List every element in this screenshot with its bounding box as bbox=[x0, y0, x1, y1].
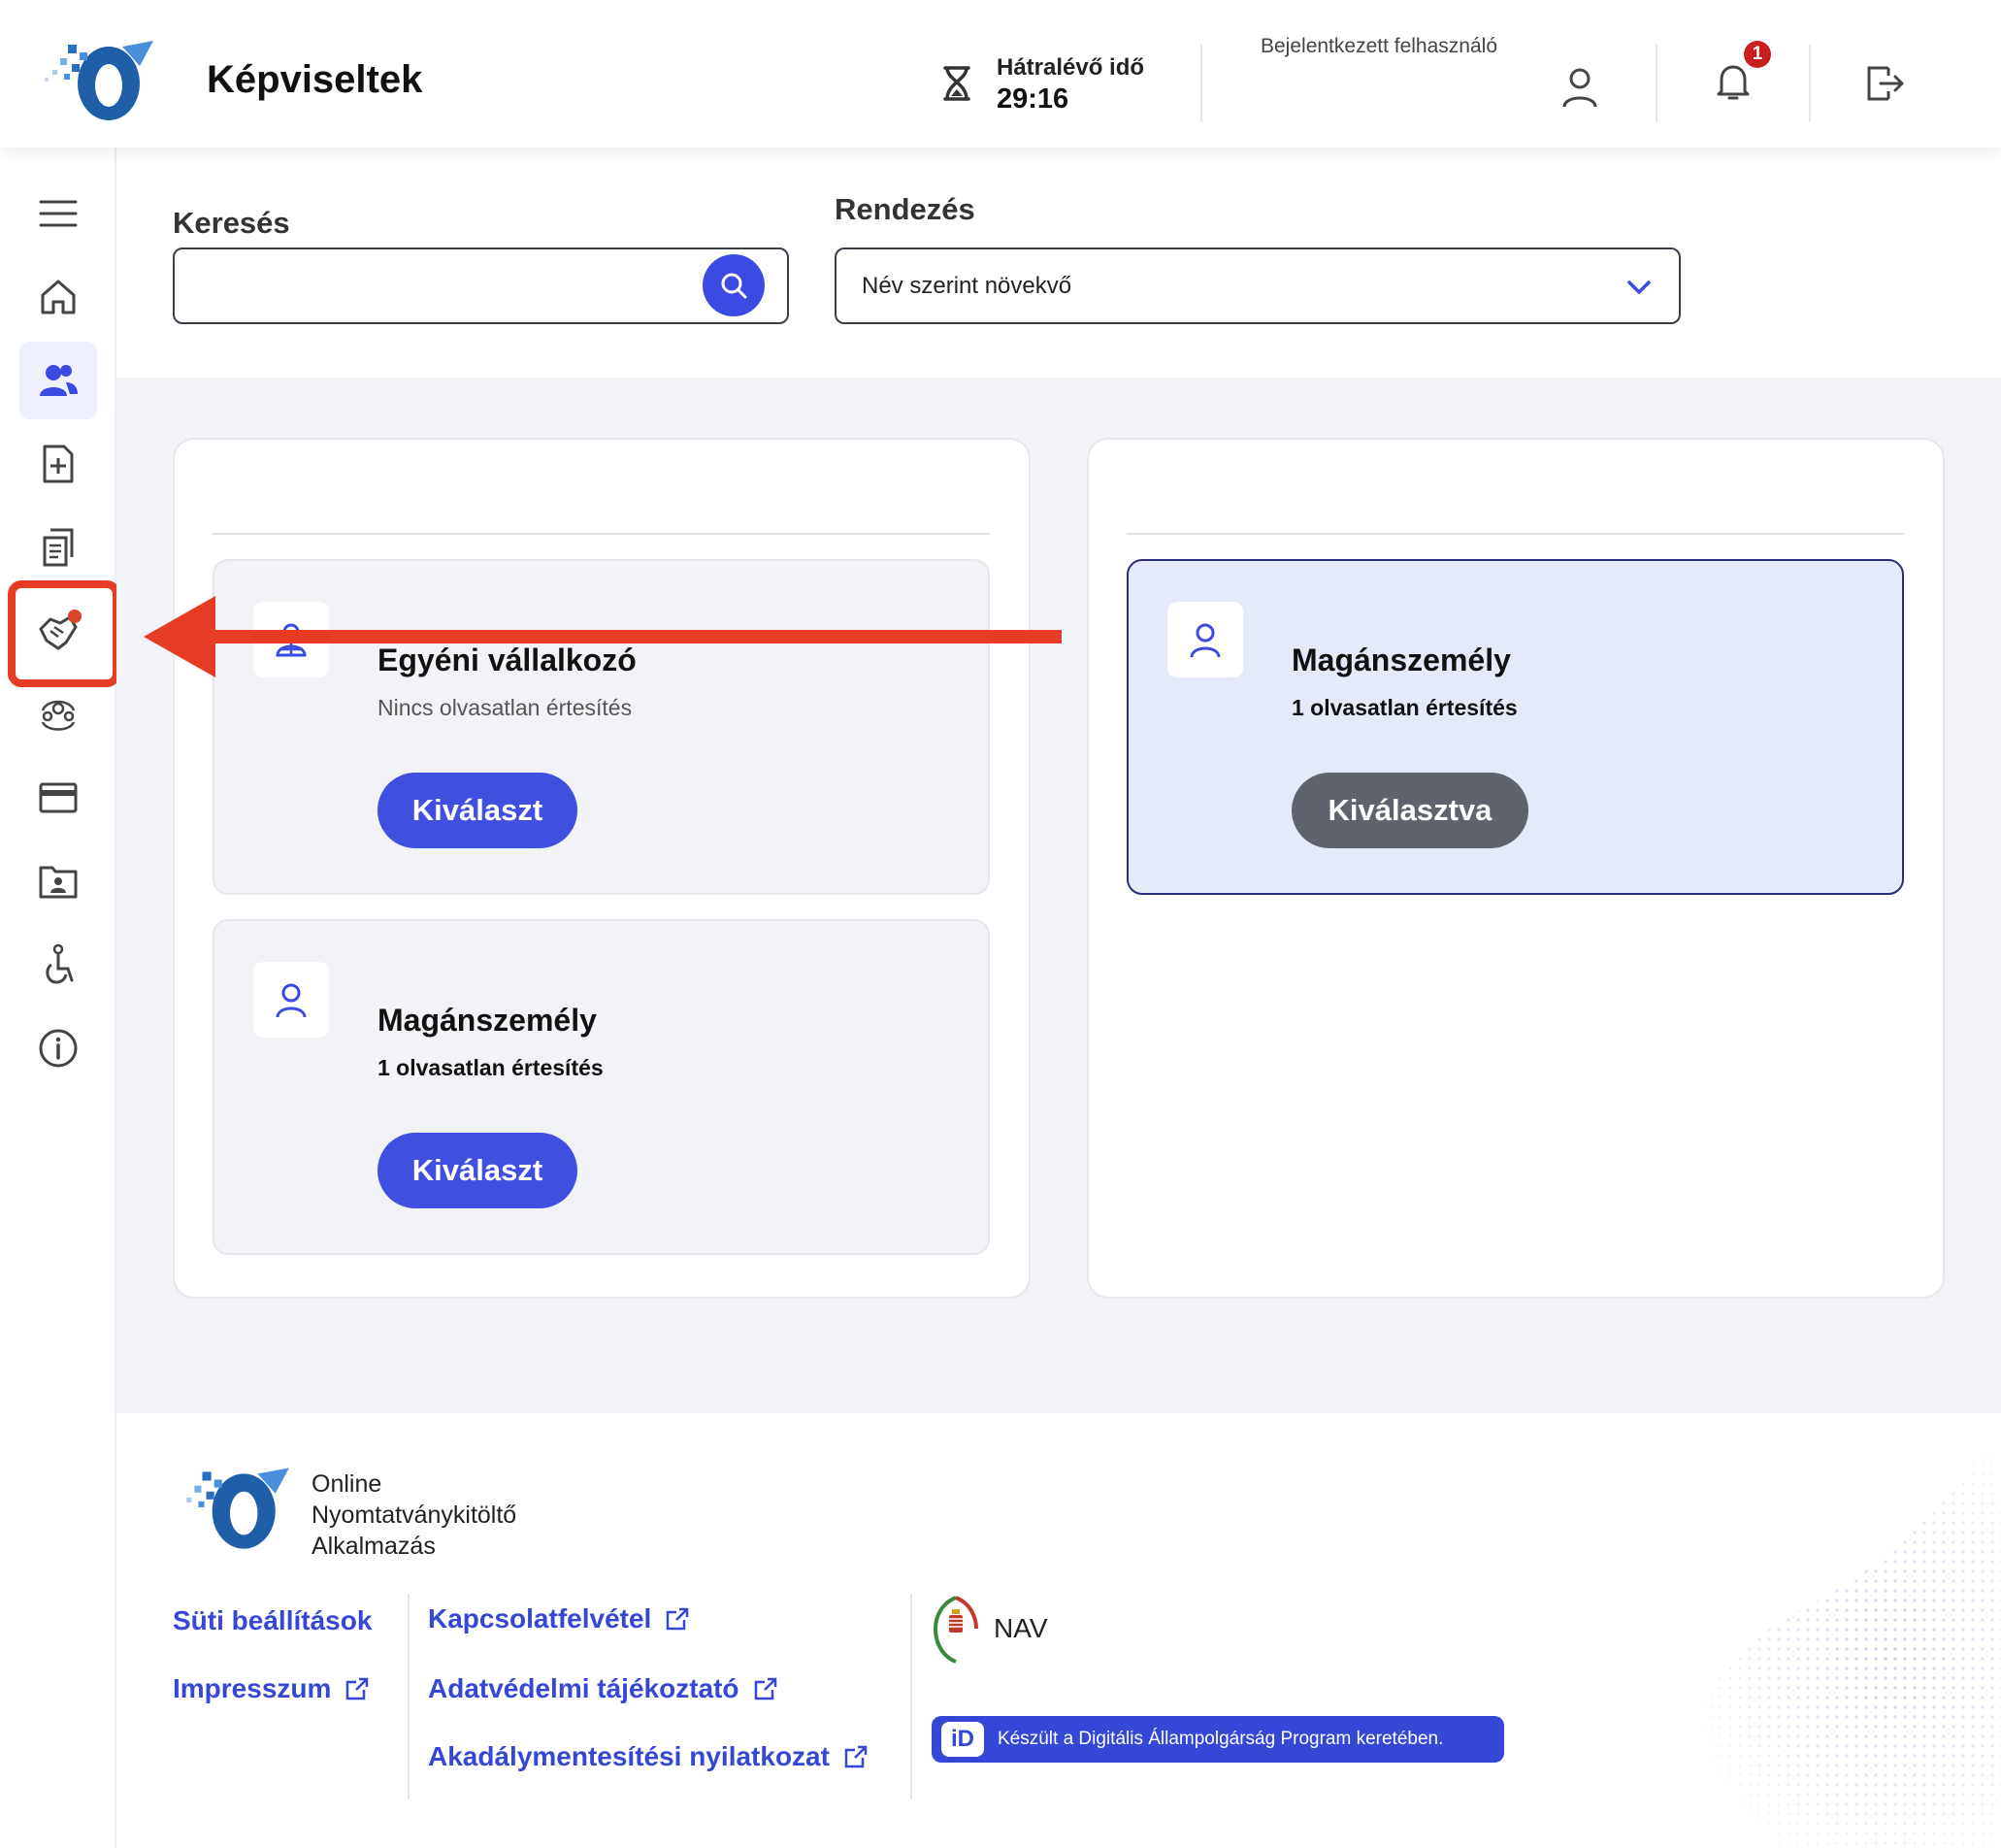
sidebar-item-payments[interactable] bbox=[19, 759, 97, 837]
footer-link-cookies[interactable]: Süti beállítások bbox=[173, 1605, 372, 1636]
footer-link-imprint[interactable]: Impresszum bbox=[173, 1673, 370, 1704]
info-icon bbox=[39, 1029, 78, 1068]
header-divider bbox=[1809, 45, 1811, 122]
sidebar-item-home[interactable] bbox=[19, 258, 97, 336]
timer-label: Hátralévő idő bbox=[997, 54, 1145, 81]
search-input[interactable] bbox=[173, 248, 789, 324]
card-notification-status: Nincs olvasatlan értesítés bbox=[377, 695, 633, 720]
footer-link-label: Impresszum bbox=[173, 1673, 332, 1703]
sort-select-value: Név szerint növekvő bbox=[862, 273, 1072, 299]
footer-link-accessibility[interactable]: Akadálymentesítési nyilatkozat bbox=[428, 1741, 869, 1772]
hungarian-coat-of-arms-icon bbox=[933, 1596, 978, 1664]
documents-icon bbox=[43, 528, 74, 567]
card-icon-box bbox=[1167, 602, 1243, 677]
person-icon bbox=[276, 983, 307, 1018]
digital-citizenship-badge[interactable]: iD Készült a Digitális Állampolgárság Pr… bbox=[932, 1716, 1504, 1763]
annotation-arrow-head bbox=[144, 596, 215, 677]
decorative-dot-pattern bbox=[1676, 1413, 2001, 1848]
person-icon bbox=[1190, 623, 1221, 658]
sidebar-item-info[interactable] bbox=[19, 1009, 97, 1087]
search-icon bbox=[721, 273, 747, 299]
page-title: Képviseltek bbox=[207, 58, 423, 101]
dap-badge-text: Készült a Digitális Állampolgárság Progr… bbox=[998, 1729, 1444, 1749]
card-notification-status: 1 olvasatlan értesítés bbox=[1292, 695, 1518, 720]
footer-divider bbox=[910, 1594, 912, 1799]
select-button[interactable]: Kiválaszt bbox=[377, 1133, 577, 1208]
card-title: Egyéni vállalkozó bbox=[377, 643, 637, 677]
sidebar-item-accessibility[interactable] bbox=[19, 926, 97, 1004]
sidebar bbox=[0, 148, 116, 1848]
footer-divider bbox=[408, 1594, 410, 1799]
home-icon bbox=[41, 280, 76, 314]
selected-button[interactable]: Kiválasztva bbox=[1292, 773, 1528, 848]
sidebar-item-community[interactable] bbox=[19, 676, 97, 753]
people-circle-icon bbox=[41, 700, 76, 731]
footer-link-privacy[interactable]: Adatvédelmi tájékoztató bbox=[428, 1673, 778, 1704]
representee-card: Egyéni vállalkozó Nincs olvasatlan értes… bbox=[213, 559, 990, 895]
chevron-down-icon bbox=[1627, 280, 1651, 294]
sidebar-item-new-form[interactable] bbox=[19, 425, 97, 503]
card-title: Magánszemély bbox=[377, 1003, 597, 1038]
sidebar-item-authorizations[interactable] bbox=[19, 592, 97, 670]
sidebar-item-documents[interactable] bbox=[19, 509, 97, 586]
header-divider bbox=[1200, 45, 1202, 122]
panel-divider bbox=[213, 533, 990, 535]
external-link-icon bbox=[754, 1677, 776, 1700]
search-label: Keresés bbox=[173, 206, 290, 240]
dap-id-icon: iD bbox=[941, 1722, 984, 1757]
footer-app-name: Online Nyomtatványkitöltő Alkalmazás bbox=[312, 1468, 516, 1562]
sidebar-menu-toggle[interactable] bbox=[19, 175, 97, 252]
sort-label: Rendezés bbox=[835, 192, 975, 226]
logged-in-user-label: Bejelentkezett felhasználó bbox=[1261, 35, 1497, 57]
external-link-icon bbox=[346, 1677, 369, 1700]
select-button[interactable]: Kiválaszt bbox=[377, 773, 577, 848]
footer-link-label: Akadálymentesítési nyilatkozat bbox=[428, 1741, 830, 1771]
menu-icon bbox=[39, 200, 78, 227]
selected-representee-card: Magánszemély 1 olvasatlan értesítés Kivá… bbox=[1127, 559, 1904, 895]
panel-divider bbox=[1127, 533, 1904, 535]
footer-app-name-line: Online bbox=[312, 1470, 382, 1498]
external-link-icon bbox=[667, 1607, 689, 1631]
nav-label: NAV bbox=[994, 1613, 1048, 1643]
user-profile-icon[interactable] bbox=[1557, 64, 1603, 111]
footer-app-name-line: Alkalmazás bbox=[312, 1533, 436, 1560]
logout-icon[interactable] bbox=[1861, 60, 1908, 107]
footer-link-label: Kapcsolatfelvétel bbox=[428, 1603, 652, 1634]
representee-card: Magánszemély 1 olvasatlan értesítés Kivá… bbox=[213, 919, 990, 1255]
new-document-icon bbox=[43, 445, 74, 483]
accessibility-icon bbox=[46, 943, 74, 984]
footer-link-label: Süti beállítások bbox=[173, 1605, 373, 1635]
header-divider bbox=[1656, 45, 1657, 122]
footer-link-contact[interactable]: Kapcsolatfelvétel bbox=[428, 1603, 690, 1634]
search-button[interactable] bbox=[703, 254, 765, 316]
timer-value: 29:16 bbox=[997, 83, 1069, 115]
top-header: Képviseltek Hátralévő idő 29:16 Bejelent… bbox=[0, 0, 2001, 148]
footer-logo-icon bbox=[186, 1468, 289, 1549]
contact-folder-icon bbox=[39, 866, 78, 899]
sidebar-alert-dot bbox=[68, 610, 82, 623]
card-icon bbox=[39, 782, 78, 813]
annotation-arrow-shaft bbox=[204, 630, 1062, 644]
sidebar-item-represented[interactable] bbox=[19, 342, 97, 419]
users-icon bbox=[40, 365, 78, 396]
card-title: Magánszemély bbox=[1292, 643, 1511, 677]
external-link-icon bbox=[844, 1745, 868, 1768]
sidebar-item-contacts[interactable] bbox=[19, 842, 97, 920]
app-logo-icon[interactable] bbox=[39, 39, 155, 122]
footer-app-name-line: Nyomtatványkitöltő bbox=[312, 1502, 517, 1529]
hourglass-icon bbox=[943, 66, 970, 101]
sort-select[interactable]: Név szerint növekvő bbox=[835, 248, 1681, 324]
footer-link-label: Adatvédelmi tájékoztató bbox=[428, 1673, 739, 1703]
card-notification-status: 1 olvasatlan értesítés bbox=[377, 1055, 604, 1080]
notification-badge: 1 bbox=[1744, 41, 1771, 68]
card-icon-box bbox=[253, 962, 329, 1038]
